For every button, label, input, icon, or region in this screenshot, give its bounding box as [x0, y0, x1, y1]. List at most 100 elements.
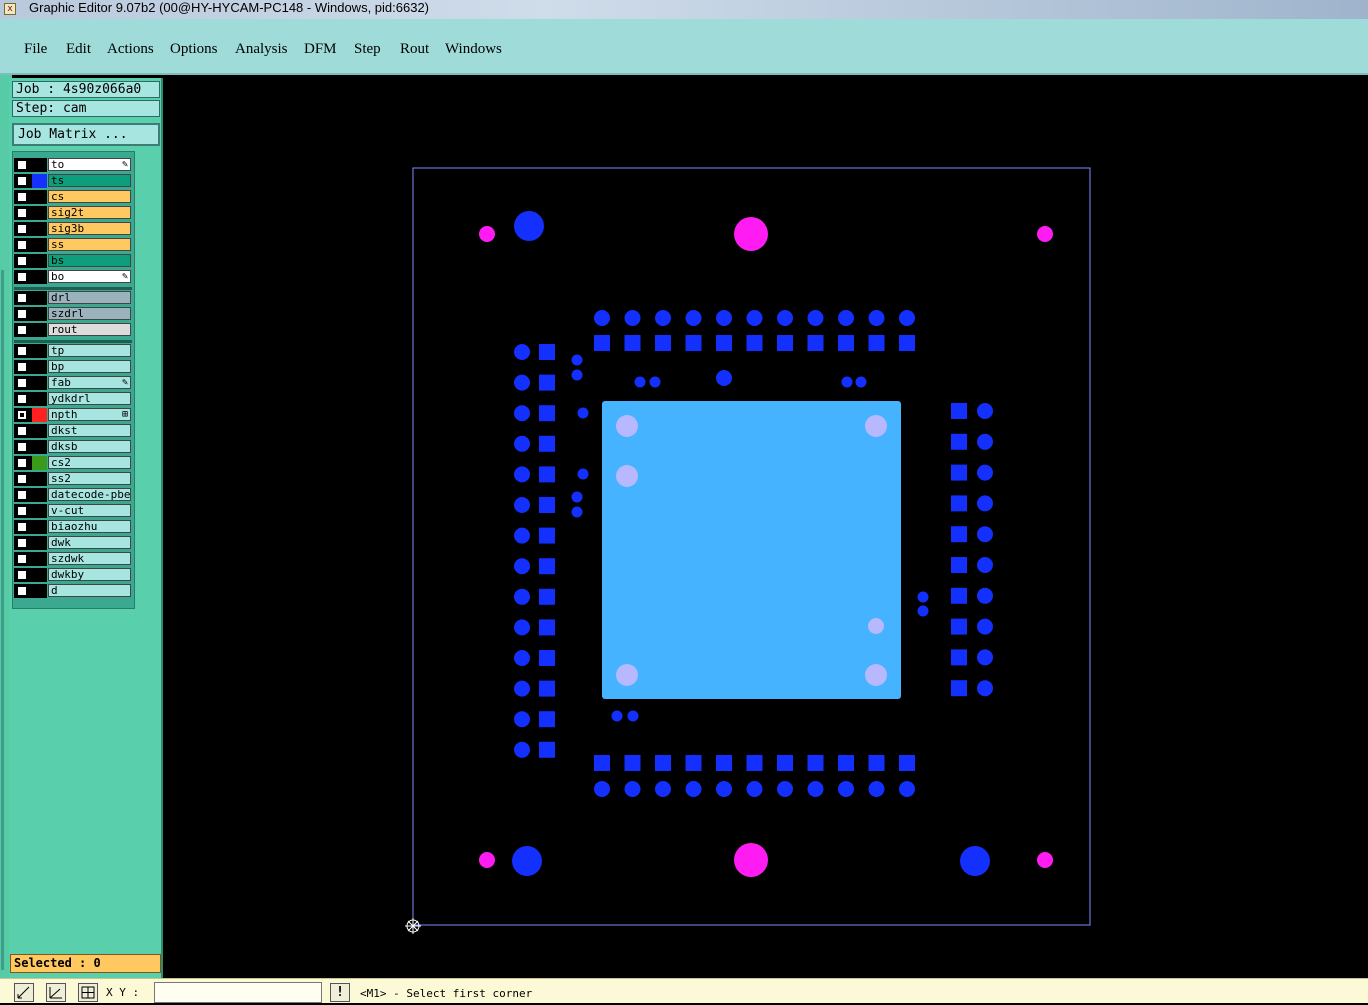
layer-name[interactable]: dksb	[48, 440, 131, 453]
thermal-via[interactable]	[616, 664, 638, 686]
layer-checkbox[interactable]	[17, 394, 27, 404]
pad-round[interactable]	[899, 781, 915, 797]
pad-round[interactable]	[868, 781, 885, 797]
layer-row-bo[interactable]: bo ✎	[14, 270, 132, 284]
layer-color-swatch[interactable]	[32, 520, 47, 534]
pad-round[interactable]	[514, 558, 530, 575]
layer-color-swatch[interactable]	[32, 222, 47, 236]
pad-square[interactable]	[951, 618, 967, 635]
layer-color-swatch[interactable]	[32, 291, 47, 305]
layer-color-swatch[interactable]	[32, 456, 47, 470]
layer-name[interactable]: cs2	[48, 456, 131, 469]
pad-round[interactable]	[977, 557, 993, 573]
via[interactable]	[716, 370, 732, 386]
pad-square[interactable]	[746, 755, 763, 771]
via[interactable]	[917, 605, 929, 617]
layer-row-cs2[interactable]: cs2	[14, 456, 132, 470]
pad-square[interactable]	[868, 755, 885, 771]
pad-square[interactable]	[807, 335, 824, 351]
layer-name[interactable]: dwk	[48, 536, 131, 549]
menu-windows[interactable]: Windows	[445, 41, 502, 58]
layer-name[interactable]: datecode-pbe	[48, 488, 131, 501]
layer-row-biaozhu[interactable]: biaozhu	[14, 520, 132, 534]
pad-square[interactable]	[746, 335, 763, 351]
layer-row-ts[interactable]: ts	[14, 174, 132, 188]
layer-color-swatch[interactable]	[32, 536, 47, 550]
pad-round[interactable]	[977, 403, 993, 419]
zoom-box-icon[interactable]	[14, 983, 34, 1002]
pad-square[interactable]	[951, 680, 967, 697]
thermal-via[interactable]	[868, 618, 884, 634]
pad-round[interactable]	[594, 781, 610, 797]
layer-name[interactable]: fab ✎	[48, 376, 131, 389]
job-matrix-button[interactable]: Job Matrix ...	[12, 123, 160, 146]
pad-round[interactable]	[807, 781, 824, 797]
layer-name[interactable]: cs	[48, 190, 131, 203]
pad-round[interactable]	[977, 680, 993, 697]
pad-square[interactable]	[951, 464, 967, 481]
layer-color-swatch[interactable]	[32, 344, 47, 358]
snap-grid-icon[interactable]	[78, 983, 98, 1002]
pad-round[interactable]	[685, 310, 702, 326]
layer-name[interactable]: ss	[48, 238, 131, 251]
layer-name[interactable]: ydkdrl	[48, 392, 131, 405]
pad-round[interactable]	[514, 527, 530, 544]
layer-row-bp[interactable]: bp	[14, 360, 132, 374]
pad-round[interactable]	[514, 374, 530, 391]
layer-color-swatch[interactable]	[32, 408, 47, 422]
via[interactable]	[917, 591, 929, 603]
layer-checkbox[interactable]	[17, 570, 27, 580]
layer-checkbox[interactable]	[17, 378, 27, 388]
pad-round[interactable]	[655, 310, 671, 326]
pad-round[interactable]	[716, 781, 732, 797]
layer-checkbox[interactable]	[17, 256, 27, 266]
layer-color-swatch[interactable]	[32, 270, 47, 284]
pad-round[interactable]	[977, 618, 993, 635]
pad-square[interactable]	[539, 588, 555, 605]
layer-name[interactable]: biaozhu	[48, 520, 131, 533]
layer-color-swatch[interactable]	[32, 568, 47, 582]
pad-square[interactable]	[951, 495, 967, 512]
layer-color-swatch[interactable]	[32, 190, 47, 204]
layer-row-sig3b[interactable]: sig3b	[14, 222, 132, 236]
layer-name[interactable]: rout	[48, 323, 131, 336]
via[interactable]	[571, 506, 583, 518]
layer-name[interactable]: to ✎	[48, 158, 131, 171]
layer-checkbox[interactable]	[17, 362, 27, 372]
pad-square[interactable]	[951, 433, 967, 450]
pad-square[interactable]	[539, 466, 555, 483]
pad-round[interactable]	[514, 497, 530, 513]
layer-row-fab[interactable]: fab ✎	[14, 376, 132, 390]
layer-row-sig2t[interactable]: sig2t	[14, 206, 132, 220]
layer-color-swatch[interactable]	[32, 376, 47, 390]
via[interactable]	[634, 376, 646, 388]
layer-color-swatch[interactable]	[32, 323, 47, 337]
pad-round[interactable]	[624, 781, 641, 797]
via[interactable]	[611, 710, 623, 722]
pad-square[interactable]	[539, 497, 555, 513]
layer-checkbox[interactable]	[17, 272, 27, 282]
pad-square[interactable]	[685, 755, 702, 771]
layer-row-dwkby[interactable]: dwkby	[14, 568, 132, 582]
mounting-pad[interactable]	[514, 211, 544, 241]
layer-row-drl[interactable]: drl	[14, 291, 132, 305]
graphics-canvas[interactable]	[163, 78, 1368, 978]
layer-color-swatch[interactable]	[32, 360, 47, 374]
pad-round[interactable]	[594, 310, 610, 326]
layer-name[interactable]: szdrl	[48, 307, 131, 320]
via[interactable]	[577, 468, 589, 480]
layer-color-swatch[interactable]	[32, 206, 47, 220]
pad-round[interactable]	[746, 781, 763, 797]
layer-checkbox[interactable]	[17, 474, 27, 484]
layer-name[interactable]: szdwk	[48, 552, 131, 565]
pad-round[interactable]	[514, 741, 530, 758]
pad-round[interactable]	[977, 495, 993, 512]
pad-square[interactable]	[539, 527, 555, 544]
pad-square[interactable]	[624, 755, 641, 771]
layer-row-szdrl[interactable]: szdrl	[14, 307, 132, 321]
menu-analysis[interactable]: Analysis	[235, 41, 288, 58]
layer-row-dksb[interactable]: dksb	[14, 440, 132, 454]
thermal-via[interactable]	[616, 465, 638, 487]
pad-square[interactable]	[777, 755, 793, 771]
thermal-pad[interactable]	[602, 401, 901, 699]
